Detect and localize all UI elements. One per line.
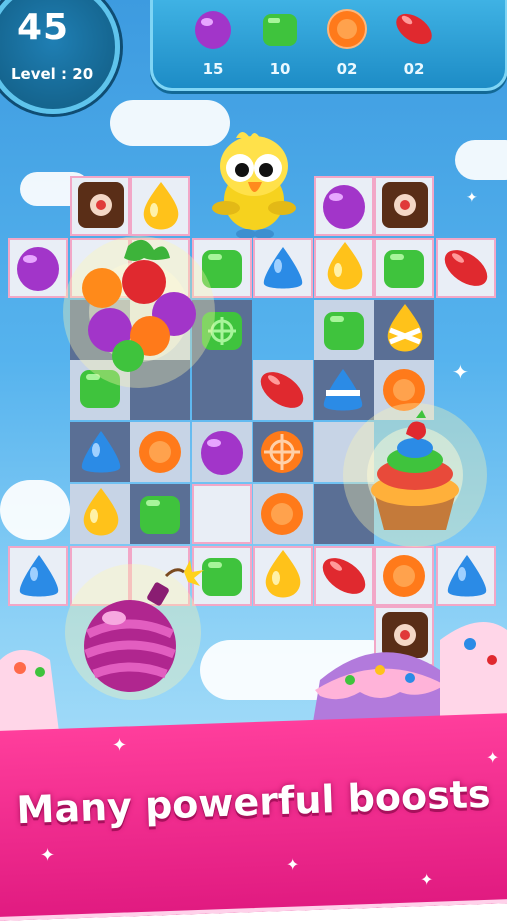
goal-count: 02 [403,60,425,78]
red-jellybean-candy-icon[interactable] [440,244,492,292]
orange-target-candy-icon[interactable] [258,428,306,476]
purple-round-candy-icon [195,11,231,49]
sparkle-icon: ✦ [452,360,469,384]
yellow-drop-candy-icon[interactable] [322,240,368,292]
yellow-drop-candy-icon[interactable] [78,486,124,538]
goal-item: 02 [317,8,377,78]
moves-left-value: 45 [17,7,70,48]
goal-count: 10 [269,60,291,78]
purple-round-candy-icon[interactable] [320,182,368,230]
green-square-candy-icon[interactable] [320,306,368,354]
level-label: Level : 20 [11,65,94,83]
sparkle-icon: ✦ [286,855,300,874]
goal-count: 15 [202,60,224,78]
goal-count: 02 [336,60,358,78]
yellow-drop-candy-icon[interactable] [260,548,306,600]
red-jellybean-candy-icon[interactable] [318,552,370,600]
sparkle-icon: ✦ [420,870,434,889]
orange-disc-candy-icon[interactable] [380,552,428,600]
goals-panel: 15 10 02 02 [150,0,507,91]
green-square-candy-icon [263,14,297,46]
green-square-candy-icon[interactable] [380,244,428,292]
cloud [0,480,70,540]
blue-triangle-candy-icon[interactable] [442,552,492,600]
sparkle-icon: ✦ [112,735,128,756]
blue-triangle-candy-icon[interactable] [14,552,64,600]
sparkle-icon: ✦ [486,748,500,767]
fruit-cluster-boost-icon[interactable] [54,232,224,392]
yellow-wrapped-candy-icon[interactable] [382,302,428,354]
sparkle-icon: ✦ [40,845,56,866]
board-cell[interactable] [192,484,252,544]
cloud [455,140,507,180]
chocolate-flower-candy-icon[interactable] [76,180,126,230]
orange-disc-candy-icon [327,9,367,49]
sparkle-icon: ✦ [466,190,478,206]
goal-item: 02 [384,8,444,78]
yellow-bird-mascot-icon [212,132,296,239]
green-square-candy-icon[interactable] [136,490,184,538]
red-jellybean-candy-icon [396,13,432,45]
red-jellybean-candy-icon[interactable] [256,366,308,414]
orange-disc-candy-icon[interactable] [258,490,306,538]
cupcake-boost-icon[interactable] [340,400,490,550]
blue-triangle-candy-icon[interactable] [258,244,308,292]
chocolate-flower-candy-icon[interactable] [380,180,430,230]
orange-disc-candy-icon[interactable] [136,428,184,476]
goal-item: 15 [183,8,243,78]
blue-triangle-candy-icon[interactable] [76,428,126,476]
goal-item: 10 [250,8,310,78]
purple-round-candy-icon[interactable] [198,428,246,476]
yellow-drop-candy-icon[interactable] [138,180,184,232]
